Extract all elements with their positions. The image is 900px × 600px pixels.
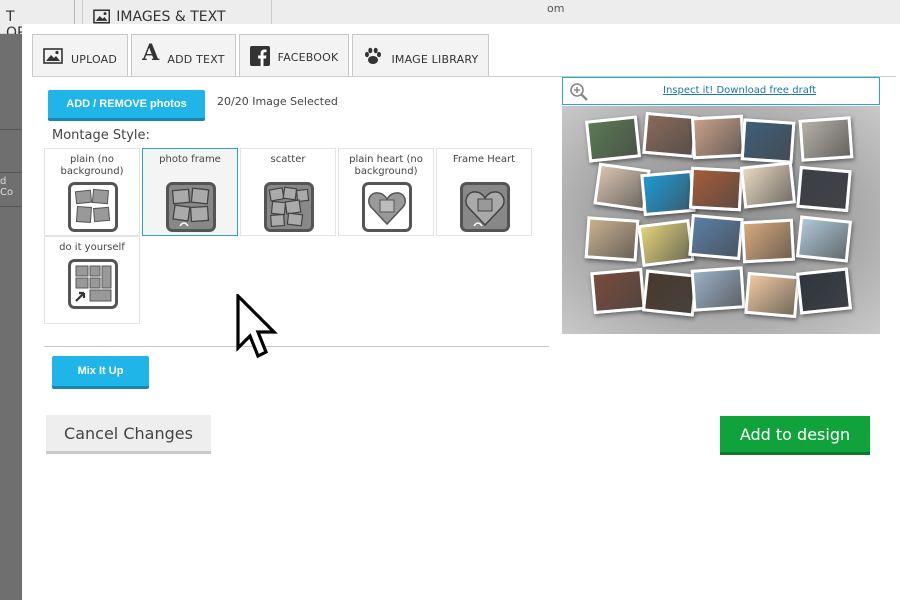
mouse-pointer-icon xyxy=(236,294,278,359)
zoom-in-icon[interactable] xyxy=(569,82,589,102)
image-icon xyxy=(43,47,63,64)
paw-icon xyxy=(363,47,383,65)
tab-facebook-label: FACEBOOK xyxy=(277,51,339,64)
style-option-label: photo frame xyxy=(159,154,221,165)
background-divider xyxy=(0,206,22,207)
heart-collage-icon xyxy=(362,182,412,232)
tab-upload-label: UPLOAD xyxy=(71,53,118,66)
montage-photo xyxy=(739,161,797,209)
montage-photo xyxy=(690,114,746,160)
montage-photo xyxy=(637,218,695,268)
text-a-icon: A xyxy=(142,39,160,66)
preview-toolbar: Inspect it! Download free draft xyxy=(562,77,880,105)
montage-photo xyxy=(690,266,746,312)
cancel-changes-button[interactable]: Cancel Changes xyxy=(46,415,211,454)
montage-photo xyxy=(688,166,744,212)
style-option-frame-heart[interactable]: Frame Heart xyxy=(436,148,532,236)
background-misc-text: om xyxy=(547,2,565,15)
background-side-text: d Co xyxy=(0,176,14,198)
tab-add-text-label: ADD TEXT xyxy=(167,53,225,66)
montage-photo xyxy=(798,116,854,162)
montage-photo xyxy=(641,269,699,317)
montage-photo xyxy=(688,213,744,261)
montage-photo xyxy=(640,169,696,217)
montage-preview xyxy=(562,106,880,334)
scatter-collage-icon xyxy=(264,182,314,232)
diy-collage-icon xyxy=(68,259,118,309)
mix-it-up-button[interactable]: Mix It Up xyxy=(52,356,149,389)
style-option-label: do it yourself xyxy=(59,242,125,253)
tab-image-library[interactable]: IMAGE LIBRARY xyxy=(352,34,490,76)
montage-photo xyxy=(795,267,853,315)
montage-photo xyxy=(740,118,796,164)
style-option-label: plain heart (no background) xyxy=(349,154,423,177)
image-montage-modal: UPLOAD A ADD TEXT FACEBOOK IMAGE LIBRARY… xyxy=(22,24,900,600)
add-to-design-button[interactable]: Add to design xyxy=(720,416,870,455)
selected-count: 20/20 Image Selected xyxy=(217,95,338,108)
montage-photo xyxy=(796,165,852,213)
style-option-do-it-yourself[interactable]: do it yourself xyxy=(44,236,140,324)
style-option-label: plain (no background) xyxy=(60,154,124,177)
tab-upload[interactable]: UPLOAD xyxy=(32,34,129,76)
style-option-label: Frame Heart xyxy=(452,154,516,165)
background-divider xyxy=(0,129,22,130)
section-divider xyxy=(44,346,549,347)
style-option-plain-heart[interactable]: plain heart (no background) xyxy=(338,148,434,236)
source-tabs: UPLOAD A ADD TEXT FACEBOOK IMAGE LIBRARY xyxy=(32,34,490,78)
inspect-download-link[interactable]: Inspect it! Download free draft xyxy=(663,85,816,96)
tab-add-text[interactable]: A ADD TEXT xyxy=(131,34,236,76)
montage-photo xyxy=(590,267,646,315)
background-divider xyxy=(0,172,22,173)
montage-style-label: Montage Style: xyxy=(52,128,150,143)
style-option-label: scatter xyxy=(270,154,306,165)
tab-image-library-label: IMAGE LIBRARY xyxy=(391,53,479,66)
montage-photo xyxy=(740,218,796,264)
style-option-photo-frame[interactable]: photo frame xyxy=(142,148,238,236)
plain-collage-icon xyxy=(68,182,118,232)
montage-photo xyxy=(642,111,698,159)
frame-heart-collage-icon xyxy=(460,182,510,232)
add-remove-photos-button[interactable]: ADD / REMOVE photos xyxy=(48,90,205,121)
tab-facebook[interactable]: FACEBOOK xyxy=(238,34,350,76)
montage-photo xyxy=(744,271,800,319)
style-option-scatter[interactable]: scatter xyxy=(240,148,336,236)
style-option-plain[interactable]: plain (no background) xyxy=(44,148,140,236)
montage-photo xyxy=(584,115,642,163)
facebook-icon xyxy=(249,45,270,66)
montage-photo xyxy=(584,216,640,262)
photo-frame-collage-icon xyxy=(166,182,216,232)
montage-photo xyxy=(795,215,853,263)
background-side-panel: d Co xyxy=(0,34,22,600)
image-icon xyxy=(93,9,111,24)
